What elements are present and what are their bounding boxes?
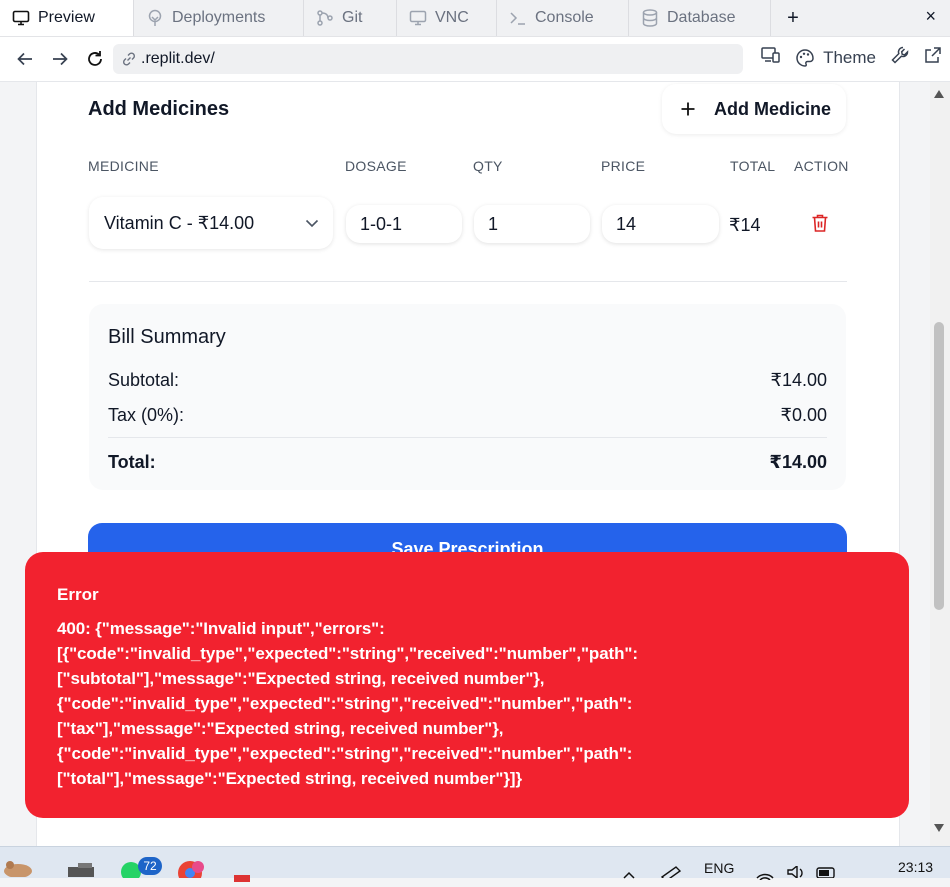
widgets-icon[interactable] bbox=[0, 855, 40, 882]
divider bbox=[89, 281, 847, 282]
wifi-icon[interactable] bbox=[755, 867, 775, 885]
reload-icon bbox=[88, 51, 102, 66]
deploy-icon bbox=[146, 9, 164, 27]
section-title: Add Medicines bbox=[88, 98, 230, 120]
total-label: Total: bbox=[108, 452, 156, 472]
os-taskbar: 72 ENG 23:13 bbox=[0, 846, 950, 885]
forward-button[interactable] bbox=[47, 46, 73, 72]
theme-button[interactable]: Theme bbox=[795, 48, 876, 68]
scroll-down-icon[interactable] bbox=[933, 820, 945, 838]
subtotal-label: Subtotal: bbox=[108, 370, 180, 390]
tax-label: Tax (0%): bbox=[108, 405, 185, 425]
close-icon[interactable]: × bbox=[925, 6, 936, 27]
chevron-down-icon bbox=[305, 219, 319, 227]
chrome-icon[interactable] bbox=[176, 859, 204, 885]
bill-divider bbox=[108, 437, 827, 438]
tab-label: Preview bbox=[38, 9, 95, 26]
language-indicator[interactable]: ENG bbox=[704, 860, 734, 876]
battery-icon[interactable] bbox=[816, 865, 838, 883]
terminal-icon bbox=[509, 9, 527, 27]
tab-label: VNC bbox=[435, 9, 469, 26]
error-message: 400: {"message":"Invalid input","errors"… bbox=[57, 619, 638, 788]
tab-label: Git bbox=[342, 9, 363, 26]
arrow-left-icon bbox=[17, 52, 32, 66]
tab-console[interactable]: Console bbox=[497, 0, 629, 36]
qty-input[interactable]: 1 bbox=[474, 205, 590, 243]
pen-icon[interactable] bbox=[660, 865, 682, 883]
total-row: Total: ₹14.00 bbox=[108, 452, 827, 473]
plus-icon bbox=[681, 102, 695, 116]
column-header-total: TOTAL bbox=[730, 158, 776, 174]
theme-label: Theme bbox=[823, 47, 876, 67]
subtotal-row: Subtotal: ₹14.00 bbox=[108, 370, 827, 391]
link-icon bbox=[121, 51, 137, 67]
browser-tab-bar: Preview Deployments Git VNC Console Data… bbox=[0, 0, 950, 37]
tab-git[interactable]: Git bbox=[304, 0, 397, 36]
address-bar: .replit.dev/ Theme bbox=[0, 37, 950, 82]
row-total: ₹14 bbox=[729, 215, 761, 235]
chevron-up-icon[interactable] bbox=[622, 867, 636, 885]
tab-label: Database bbox=[667, 9, 736, 26]
arrow-right-icon bbox=[53, 52, 68, 66]
trash-icon bbox=[812, 214, 828, 232]
add-medicine-button[interactable]: Add Medicine bbox=[662, 84, 846, 134]
bill-title: Bill Summary bbox=[108, 326, 226, 348]
price-input[interactable]: 14 bbox=[602, 205, 719, 243]
delete-row-button[interactable] bbox=[811, 213, 829, 238]
app-icon[interactable] bbox=[68, 863, 94, 882]
total-value: ₹14.00 bbox=[769, 452, 827, 472]
monitor-icon bbox=[12, 9, 30, 27]
scroll-up-icon[interactable] bbox=[933, 86, 945, 104]
new-tab-button[interactable]: + bbox=[771, 0, 815, 36]
tab-deployments[interactable]: Deployments bbox=[134, 0, 304, 36]
error-toast: Error 400: {"message":"Invalid input","e… bbox=[25, 552, 909, 818]
page-scrollbar[interactable] bbox=[930, 82, 950, 846]
tab-database[interactable]: Database bbox=[629, 0, 771, 36]
url-input[interactable]: .replit.dev/ bbox=[113, 44, 743, 74]
database-icon bbox=[641, 9, 659, 27]
url-text: .replit.dev/ bbox=[141, 50, 215, 67]
column-header-price: PRICE bbox=[601, 158, 646, 174]
medicine-select-value: Vitamin C - ₹14.00 bbox=[104, 212, 255, 233]
tab-preview[interactable]: Preview bbox=[0, 0, 134, 36]
notification-badge: 72 bbox=[138, 857, 162, 875]
back-button[interactable] bbox=[12, 46, 38, 72]
error-title: Error bbox=[57, 585, 99, 604]
palette-icon bbox=[796, 48, 814, 67]
tab-label: Console bbox=[535, 9, 594, 26]
medicine-select[interactable]: Vitamin C - ₹14.00 bbox=[89, 197, 333, 249]
volume-icon[interactable] bbox=[786, 864, 806, 883]
dosage-input[interactable]: 1-0-1 bbox=[346, 205, 462, 243]
tax-value: ₹0.00 bbox=[780, 405, 828, 425]
add-medicine-label: Add Medicine bbox=[714, 98, 832, 119]
app-icon[interactable] bbox=[232, 869, 252, 887]
column-header-dosage: DOSAGE bbox=[345, 158, 407, 174]
tab-vnc[interactable]: VNC bbox=[397, 0, 497, 36]
column-header-qty: QTY bbox=[473, 158, 503, 174]
clock-time[interactable]: 23:13 bbox=[898, 859, 933, 875]
wrench-icon[interactable] bbox=[890, 45, 910, 70]
subtotal-value: ₹14.00 bbox=[770, 370, 828, 390]
reload-button[interactable] bbox=[82, 46, 108, 72]
tab-label: Deployments bbox=[172, 9, 266, 26]
bill-summary: Bill Summary Subtotal: ₹14.00 Tax (0%): … bbox=[89, 304, 846, 490]
address-bar-actions: Theme bbox=[761, 45, 942, 70]
tax-row: Tax (0%): ₹0.00 bbox=[108, 405, 827, 426]
external-link-icon[interactable] bbox=[924, 46, 942, 69]
devices-icon[interactable] bbox=[761, 46, 781, 69]
scroll-thumb[interactable] bbox=[934, 322, 944, 610]
monitor-icon bbox=[409, 9, 427, 27]
column-header-action: ACTION bbox=[794, 158, 849, 174]
column-header-medicine: MEDICINE bbox=[88, 158, 159, 174]
git-icon bbox=[316, 9, 334, 27]
